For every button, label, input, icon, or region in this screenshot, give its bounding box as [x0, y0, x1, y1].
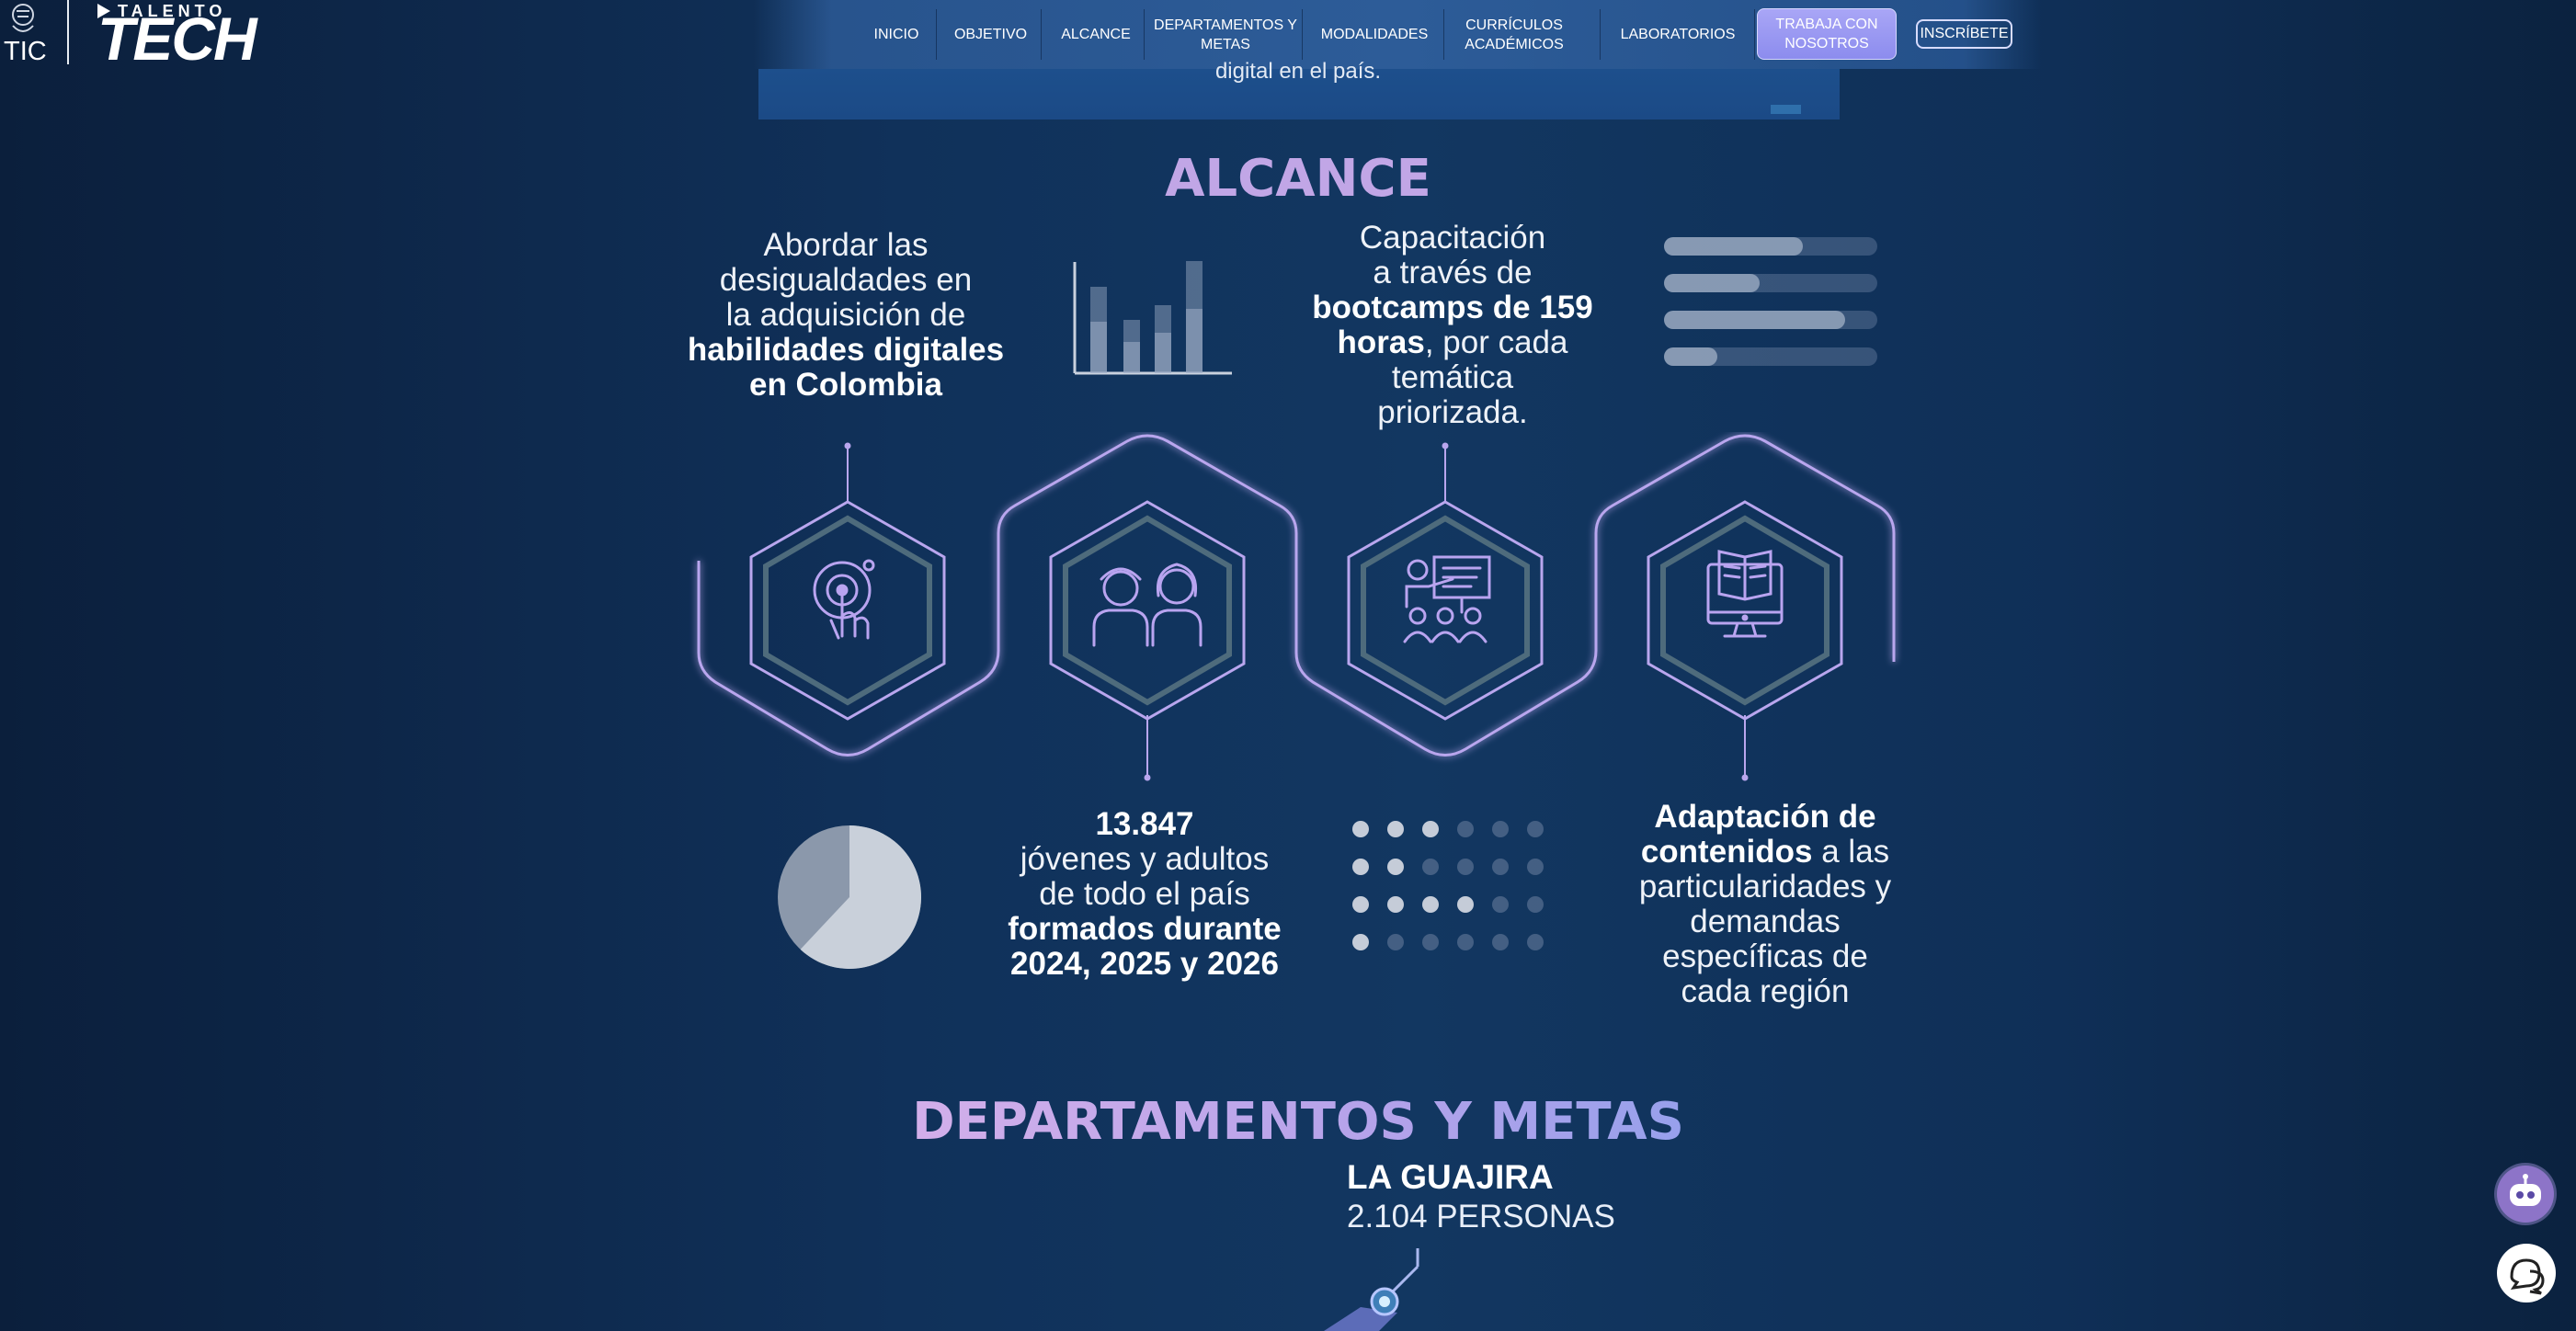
caption-tail: a las	[1812, 834, 1890, 870]
decorative-dot-grid-icon	[1352, 821, 1544, 950]
grid-dot	[1387, 859, 1404, 875]
caption-line: cada región	[1681, 973, 1850, 1009]
grid-dot	[1492, 859, 1509, 875]
teacher-presentation-icon	[1403, 555, 1491, 643]
grid-dot	[1352, 859, 1369, 875]
computer-book-icon	[1706, 550, 1784, 638]
grid-dot	[1527, 934, 1544, 950]
region-value: 2.104 PERSONAS	[1347, 1199, 1615, 1234]
caption-bold: 2024, 2025 y 2026	[1010, 946, 1279, 982]
inscribete-button[interactable]: INSCRÍBETE	[1916, 19, 2012, 49]
decorative-progress-bars	[1664, 237, 1877, 375]
progress-bar-fill	[1664, 311, 1845, 329]
progress-bar-fill	[1664, 237, 1803, 256]
logo-divider	[67, 0, 69, 64]
progress-bar-track	[1664, 347, 1877, 366]
talento-tech-logo[interactable]: TALENTO TECH	[97, 0, 263, 73]
robot-chat-icon	[2510, 1174, 2541, 1206]
grid-dot	[1457, 821, 1474, 837]
caption-bold: horas	[1337, 324, 1425, 360]
caption-bold: bootcamps de 159	[1312, 290, 1593, 325]
caption-line: Capacitación	[1359, 220, 1546, 256]
alcance-hexagon-chain	[697, 434, 1896, 781]
nav-separator	[1600, 9, 1601, 60]
grid-dot	[1352, 934, 1369, 950]
grid-dot	[1492, 896, 1509, 913]
caption-line: desigualdades en	[719, 262, 973, 298]
nav-objetivo[interactable]: OBJETIVO	[938, 0, 1043, 69]
grid-dot	[1352, 896, 1369, 913]
alcance-title: ALCANCE	[1165, 149, 1431, 209]
caption-bold: formados durante	[1008, 911, 1282, 947]
caption-bold: contenidos	[1640, 834, 1813, 870]
banner-text: digital en el país.	[1214, 59, 1382, 84]
caption-line: la adquisición de	[725, 297, 966, 333]
grid-dot	[1457, 859, 1474, 875]
grid-dot	[1457, 896, 1474, 913]
region-name: LA GUAJIRA	[1347, 1158, 1554, 1196]
grid-dot	[1387, 821, 1404, 837]
grid-dot	[1422, 934, 1439, 950]
coat-of-arms-icon	[12, 4, 34, 32]
chatbot-button[interactable]	[2497, 1166, 2554, 1223]
caption-line: jóvenes y adultos	[1020, 841, 1270, 877]
alcance-card-4-text: Adaptación de contenidos a las particula…	[1618, 800, 1912, 1009]
progress-bar-track	[1664, 311, 1877, 329]
grid-dot	[1527, 821, 1544, 837]
caption-line: priorizada.	[1377, 394, 1528, 430]
caption-line: temática	[1391, 359, 1514, 395]
tic-logo-text: TIC	[4, 37, 47, 66]
caption-line: particularidades y	[1638, 869, 1892, 904]
grid-dot	[1492, 934, 1509, 950]
decorative-bar-chart-icon	[1073, 261, 1232, 375]
tic-logo[interactable]: TIC	[0, 0, 48, 69]
grid-dot	[1457, 934, 1474, 950]
caption-line: específicas de	[1662, 939, 1868, 974]
progress-bar-track	[1664, 237, 1877, 256]
nav-separator	[1443, 9, 1444, 60]
students-icon	[1092, 563, 1203, 647]
caption-line: demandas	[1690, 904, 1841, 939]
alcance-card-1-text: Abordar las desigualdades en la adquisic…	[680, 228, 1011, 403]
caption-tail: , por cada	[1424, 324, 1568, 360]
grid-dot	[1492, 821, 1509, 837]
nav-separator	[936, 9, 937, 60]
touch-target-icon	[813, 559, 875, 640]
progress-bar-fill	[1664, 274, 1760, 292]
grid-dot	[1422, 896, 1439, 913]
caption-bold: en Colombia	[748, 367, 943, 403]
caption-line: a través de	[1373, 255, 1533, 290]
caption-line: de todo el país	[1039, 876, 1250, 912]
caption-bold: 13.847	[1095, 806, 1194, 842]
grid-dot	[1387, 896, 1404, 913]
progress-bar-fill	[1664, 347, 1717, 366]
grid-dot	[1422, 821, 1439, 837]
trabaja-con-nosotros-button[interactable]: TRABAJA CON NOSOTROS	[1757, 8, 1897, 60]
help-chat-icon	[2510, 1258, 2545, 1295]
grid-dot	[1527, 859, 1544, 875]
nav-separator	[1144, 9, 1145, 60]
help-chat-button[interactable]	[2497, 1244, 2556, 1303]
caption-bold: Adaptación de	[1654, 799, 1876, 835]
nav-laboratorios[interactable]: LABORATORIOS	[1604, 0, 1751, 69]
grid-dot	[1387, 934, 1404, 950]
decorative-pie-chart-icon	[778, 825, 921, 969]
departamentos-title: DEPARTAMENTOS Y METAS	[827, 1092, 1769, 1152]
caption-line: Abordar las	[763, 227, 929, 263]
grid-dot	[1527, 896, 1544, 913]
nav-separator	[1302, 9, 1303, 60]
grid-dot	[1422, 859, 1439, 875]
progress-bar-track	[1664, 274, 1877, 292]
caption-bold: habilidades digitales	[687, 332, 1005, 368]
alcance-card-2-text: 13.847 jóvenes y adultos de todo el país…	[984, 807, 1305, 982]
nav-inicio[interactable]: INICIO	[860, 0, 933, 69]
logo-tech-text: TECH	[97, 5, 257, 73]
alcance-card-3-text: Capacitación a través de bootcamps de 15…	[1305, 221, 1600, 430]
nav-separator	[1754, 9, 1755, 60]
map-pin-marker-icon[interactable]	[1315, 1243, 1434, 1331]
nav-separator	[1041, 9, 1042, 60]
grid-dot	[1352, 821, 1369, 837]
banner-indicator	[1771, 105, 1801, 114]
